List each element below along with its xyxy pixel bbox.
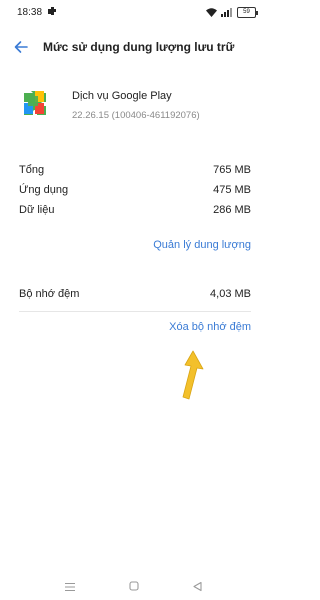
status-bar: 18:38 59	[0, 0, 270, 28]
app-notification-icon	[48, 7, 56, 15]
cache-label: Bộ nhớ đệm	[19, 288, 80, 300]
storage-value: 475 MB	[213, 184, 251, 196]
wifi-icon	[206, 8, 217, 17]
app-bar: Mức sử dụng dung lượng lưu trữ	[0, 36, 270, 58]
signal-icon	[221, 8, 232, 17]
back-arrow-icon[interactable]	[13, 39, 29, 55]
storage-value: 286 MB	[213, 204, 251, 216]
storage-row-total: Tổng 765 MB	[19, 164, 251, 180]
storage-label: Dữ liệu	[19, 204, 55, 216]
screen: 18:38 59 Mức sử dụng dung lượng lưu trữ	[0, 0, 270, 600]
app-name: Dịch vụ Google Play	[72, 90, 172, 102]
app-info: Dịch vụ Google Play 22.26.15 (100406-461…	[0, 86, 270, 130]
cache-row: Bộ nhớ đệm 4,03 MB	[19, 288, 251, 304]
status-icons: 59	[206, 7, 258, 18]
storage-label: Ứng dụng	[19, 184, 69, 196]
storage-row-app: Ứng dụng 475 MB	[19, 184, 251, 200]
storage-label: Tổng	[19, 164, 45, 176]
clear-cache-button[interactable]: Xóa bộ nhớ đệm	[169, 321, 251, 333]
divider	[19, 311, 251, 312]
manage-storage-button[interactable]: Quản lý dung lượng	[153, 239, 251, 251]
cache-value: 4,03 MB	[210, 288, 251, 300]
back-icon[interactable]	[192, 581, 203, 592]
page-title: Mức sử dụng dung lượng lưu trữ	[43, 40, 235, 54]
storage-row-data: Dữ liệu 286 MB	[19, 204, 251, 220]
battery-icon: 59	[237, 7, 258, 18]
google-play-services-icon	[24, 91, 46, 115]
status-time: 18:38	[17, 7, 43, 18]
app-version: 22.26.15 (100406-461192076)	[72, 110, 200, 121]
storage-value: 765 MB	[213, 164, 251, 176]
yellow-arrow-annotation	[182, 350, 204, 400]
home-icon[interactable]	[129, 581, 139, 591]
navigation-bar	[0, 572, 270, 600]
menu-icon[interactable]	[64, 582, 76, 592]
